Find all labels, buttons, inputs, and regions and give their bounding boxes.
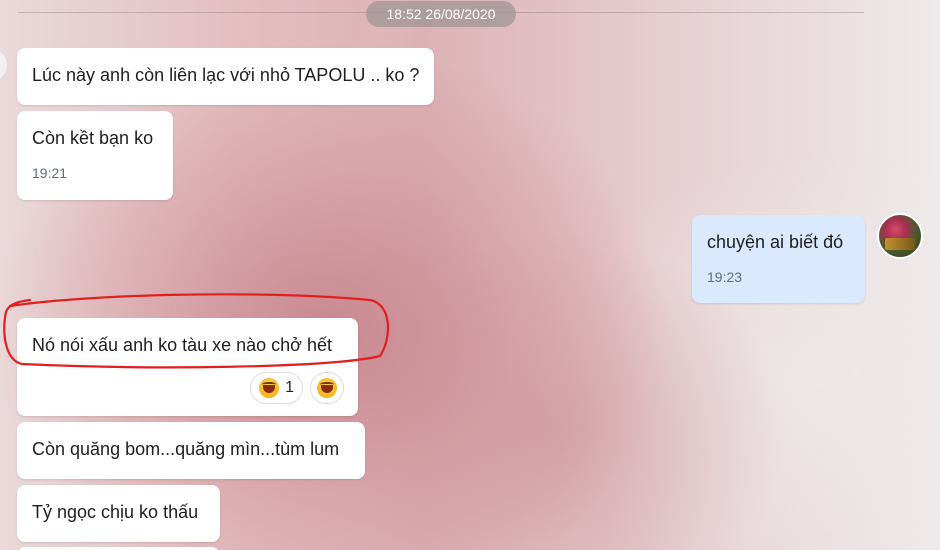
message-bubble-outgoing[interactable]: chuyện ai biết đó 19:23 xyxy=(692,215,865,303)
message-text: Lúc này anh còn liên lạc với nhỏ TAPOLU … xyxy=(32,65,420,85)
message-text: Tỷ ngọc chịu ko thấu xyxy=(32,502,199,522)
reaction-count: 1 xyxy=(285,379,294,396)
red-circle-annotation xyxy=(3,293,390,369)
message-bubble-1[interactable]: Lúc này anh còn liên lạc với nhỏ TAPOLU … xyxy=(17,48,434,105)
user-avatar[interactable] xyxy=(877,213,923,259)
laughing-emoji-icon xyxy=(317,378,337,398)
message-time: 19:23 xyxy=(707,269,743,285)
message-bubble-6[interactable]: Tỷ ngọc chịu ko thấu xyxy=(17,485,220,542)
message-text: chuyện ai biết đó xyxy=(707,232,844,252)
message-time: 19:21 xyxy=(32,165,68,181)
message-text: Còn quăng bom...quăng mìn...tùm lum xyxy=(32,439,340,459)
message-bubble-5[interactable]: Còn quăng bom...quăng mìn...tùm lum xyxy=(17,422,365,479)
sender-avatar[interactable] xyxy=(0,48,8,82)
date-separator: 18:52 26/08/2020 xyxy=(366,1,516,27)
message-text: Còn kềt bạn ko xyxy=(32,128,154,148)
laughing-emoji-icon xyxy=(259,378,280,398)
message-bubble-2[interactable]: Còn kềt bạn ko 19:21 xyxy=(17,111,173,200)
